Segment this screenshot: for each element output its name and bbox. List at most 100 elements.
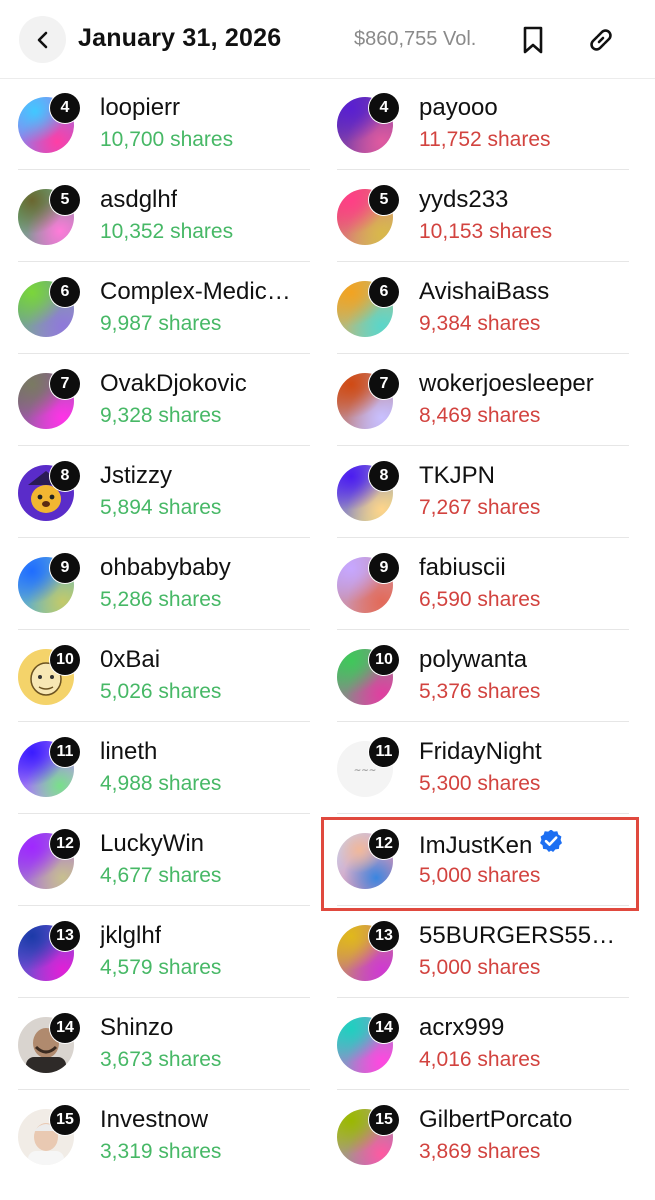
bookmark-icon xyxy=(523,26,543,54)
holder-row[interactable]: 5 asdglhf 10,352 shares xyxy=(18,169,310,261)
rank-badge: 11 xyxy=(369,737,399,767)
holder-name[interactable]: fabiuscii xyxy=(419,554,506,582)
holder-name-text: OvakDjokovic xyxy=(100,370,247,397)
rank-badge: 10 xyxy=(369,645,399,675)
holder-shares: 3,673 shares xyxy=(100,1048,222,1071)
rank-badge: 4 xyxy=(50,93,80,123)
holder-name-text: GilbertPorcato xyxy=(419,1106,573,1133)
holder-name-text: asdglhf xyxy=(100,186,178,213)
rank-badge: 6 xyxy=(50,277,80,307)
holder-row[interactable]: 10 0xBai 5,026 shares xyxy=(18,629,310,721)
highlight-box xyxy=(321,817,639,911)
holder-name-text: payooo xyxy=(419,94,498,121)
holder-name-text: jklglhf xyxy=(100,922,162,949)
rank-badge: 4 xyxy=(369,93,399,123)
holder-name[interactable]: Shinzo xyxy=(100,1014,173,1042)
holder-shares: 7,267 shares xyxy=(419,496,541,519)
copy-link-button[interactable] xyxy=(584,22,618,58)
holder-name[interactable]: payooo xyxy=(419,94,498,122)
holder-shares: 4,016 shares xyxy=(419,1048,541,1071)
holder-row[interactable]: 9 fabiuscii 6,590 shares xyxy=(337,537,629,629)
holder-name[interactable]: lineth xyxy=(100,738,157,766)
holder-name[interactable]: loopierr xyxy=(100,94,180,122)
link-icon xyxy=(590,29,612,51)
back-button[interactable] xyxy=(19,16,66,63)
holder-row[interactable]: 15 GilbertPorcato 3,869 shares xyxy=(337,1089,629,1181)
holder-name-text: FridayNight xyxy=(419,738,542,765)
holder-name[interactable]: acrx999 xyxy=(419,1014,504,1042)
holder-name-text: AvishaiBass xyxy=(419,278,550,305)
rank-badge: 8 xyxy=(369,461,399,491)
chevron-left-icon xyxy=(37,31,47,48)
rank-badge: 13 xyxy=(50,921,80,951)
holder-name[interactable]: wokerjoesleeper xyxy=(419,370,594,398)
holder-name-text: fabiuscii xyxy=(419,554,506,581)
holder-name-text: LuckyWin xyxy=(100,830,205,857)
holder-row[interactable]: 14 Shinzo 3,673 shares xyxy=(18,997,310,1089)
rank-badge: 8 xyxy=(50,461,80,491)
holder-name-text: Complex-Medic… xyxy=(100,278,291,305)
svg-text:~~~: ~~~ xyxy=(354,766,377,776)
holder-shares: 10,352 shares xyxy=(100,220,234,243)
holder-row[interactable]: ~~~ 11 FridayNight 5,300 shares xyxy=(337,721,629,813)
holder-shares: 5,376 shares xyxy=(419,680,541,703)
rank-badge: 9 xyxy=(50,553,80,583)
rank-badge: 7 xyxy=(50,369,80,399)
holder-row[interactable]: 5 yyds233 10,153 shares xyxy=(337,169,629,261)
holder-shares: 6,590 shares xyxy=(419,588,541,611)
holder-name[interactable]: FridayNight xyxy=(419,738,542,766)
holder-name[interactable]: asdglhf xyxy=(100,186,177,214)
holder-name[interactable]: OvakDjokovic xyxy=(100,370,247,398)
holder-row[interactable]: 4 loopierr 10,700 shares xyxy=(18,78,310,169)
holder-row[interactable]: 7 OvakDjokovic 9,328 shares xyxy=(18,353,310,445)
holder-name[interactable]: polywanta xyxy=(419,646,527,674)
no-holders-list: 4 payooo 11,752 shares 5 yyds233 10,153 share… xyxy=(337,78,629,1181)
holder-name-text: yyds233 xyxy=(419,186,509,213)
holder-row[interactable]: 11 lineth 4,988 shares xyxy=(18,721,310,813)
holder-name[interactable]: ohbabybaby xyxy=(100,554,231,582)
bookmark-button[interactable] xyxy=(516,22,550,58)
holder-name-text: wokerjoesleeper xyxy=(419,370,594,397)
holder-shares: 10,153 shares xyxy=(419,220,553,243)
holder-row[interactable]: 6 Complex-Medic… 9,987 shares xyxy=(18,261,310,353)
holder-name[interactable]: GilbertPorcato xyxy=(419,1106,572,1134)
holder-name[interactable]: LuckyWin xyxy=(100,830,204,858)
holder-shares: 4,579 shares xyxy=(100,956,222,979)
rank-badge: 12 xyxy=(50,829,80,859)
yes-holders-list: 4 loopierr 10,700 shares 5 asdglhf 10,352 sha… xyxy=(18,78,310,1181)
holder-shares: 3,869 shares xyxy=(419,1140,541,1163)
holder-row[interactable]: 8 Jstizzy 5,894 shares xyxy=(18,445,310,537)
top-bar: January 31, 2026 $860,755 Vol. xyxy=(0,0,655,79)
holder-row[interactable]: 9 ohbabybaby 5,286 shares xyxy=(18,537,310,629)
holder-row[interactable]: 13 jklglhf 4,579 shares xyxy=(18,905,310,997)
holder-row[interactable]: 6 AvishaiBass 9,384 shares xyxy=(337,261,629,353)
holder-name[interactable]: Investnow xyxy=(100,1106,208,1134)
holder-shares: 9,328 shares xyxy=(100,404,222,427)
holder-name[interactable]: AvishaiBass xyxy=(419,278,549,306)
holder-name[interactable]: 0xBai xyxy=(100,646,160,674)
holder-row[interactable]: 15 Investnow 3,319 shares xyxy=(18,1089,310,1181)
holder-name[interactable]: jklglhf xyxy=(100,922,161,950)
holder-shares: 5,000 shares xyxy=(419,956,541,979)
rank-badge: 15 xyxy=(369,1105,399,1135)
holder-name[interactable]: yyds233 xyxy=(419,186,508,214)
holder-name-text: Shinzo xyxy=(100,1014,174,1041)
holder-name[interactable]: TKJPN xyxy=(419,462,495,490)
holder-row[interactable]: 13 55BURGERS55… 5,000 shares xyxy=(337,905,629,997)
holder-shares: 11,752 shares xyxy=(419,128,551,151)
holder-name[interactable]: Complex-Medic… xyxy=(100,278,291,306)
holder-row[interactable]: 10 polywanta 5,376 shares xyxy=(337,629,629,721)
holder-name-text: polywanta xyxy=(419,646,528,673)
rank-badge: 5 xyxy=(369,185,399,215)
rank-badge: 13 xyxy=(369,921,399,951)
holder-name-text: loopierr xyxy=(100,94,181,121)
holder-row[interactable]: 8 TKJPN 7,267 shares xyxy=(337,445,629,537)
holder-row[interactable]: 14 acrx999 4,016 shares xyxy=(337,997,629,1089)
holder-shares: 9,987 shares xyxy=(100,312,222,335)
holder-row[interactable]: 7 wokerjoesleeper 8,469 shares xyxy=(337,353,629,445)
rank-badge: 6 xyxy=(369,277,399,307)
holder-name[interactable]: Jstizzy xyxy=(100,462,172,490)
holder-row[interactable]: 12 LuckyWin 4,677 shares xyxy=(18,813,310,905)
holder-row[interactable]: 4 payooo 11,752 shares xyxy=(337,78,629,169)
holder-name[interactable]: 55BURGERS55… xyxy=(419,922,615,950)
